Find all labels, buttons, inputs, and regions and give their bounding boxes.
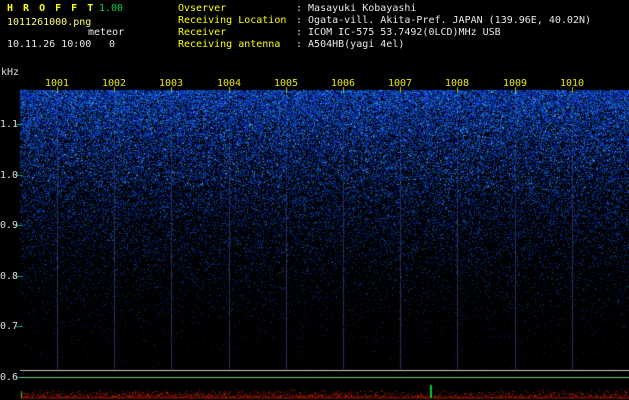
freq-tick-label: 1.1 [0, 119, 19, 130]
time-tick-label: 1010 [560, 78, 585, 89]
info-row-location: Receiving Location : Ogata-vill. Akita-P… [178, 15, 591, 27]
info-label: Ovserver [178, 3, 227, 14]
info-value: : Ogata-vill. Akita-Pref. JAPAN (139.96E… [296, 15, 592, 26]
freq-tick-label: 0.9 [0, 220, 19, 231]
freq-tick-label: 0.8 [0, 271, 19, 282]
time-tick-label: 1005 [274, 78, 299, 89]
freq-axis-unit: kHz [1, 67, 20, 78]
time-tick-label: 1006 [331, 78, 356, 89]
spectrogram-canvas [0, 0, 629, 400]
output-filename: 1011261000.png [7, 17, 92, 28]
info-value: : A504HB(yagi 4el) [296, 39, 405, 50]
time-tick-label: 1004 [217, 78, 242, 89]
info-value: : Masayuki Kobayashi [296, 3, 417, 14]
hrofft-output: H R O F F T 1.00 1011261000.png meteor 1… [0, 0, 629, 400]
info-row-observer: Ovserver : Masayuki Kobayashi [178, 3, 591, 15]
time-tick-label: 1003 [159, 78, 184, 89]
mode-label: meteor [88, 27, 125, 38]
time-tick-label: 1007 [388, 78, 413, 89]
info-label: Receiving antenna [178, 39, 281, 50]
time-tick-label: 1009 [503, 78, 528, 89]
freq-tick-label: 0.7 [0, 321, 19, 332]
info-label: Receiving Location [178, 15, 287, 26]
info-row-receiver: Receiver : ICOM IC-575 53.7492(0LCD)MHz … [178, 27, 591, 39]
app-version: 1.00 [99, 3, 124, 14]
freq-tick-label: 1.0 [0, 170, 19, 181]
info-label: Receiver [178, 27, 227, 38]
freq-tick-label: 0.6 [0, 372, 19, 383]
info-row-antenna: Receiving antenna : A504HB(yagi 4el) [178, 39, 591, 51]
time-tick-label: 1001 [45, 78, 70, 89]
info-value: : ICOM IC-575 53.7492(0LCD)MHz USB [296, 27, 501, 38]
app-title: H R O F F T [7, 3, 96, 14]
time-tick-label: 1008 [445, 78, 470, 89]
datetime-label: 10.11.26 10:00 [7, 39, 92, 50]
station-info: Ovserver : Masayuki Kobayashi Receiving … [178, 3, 591, 51]
time-tick-label: 1002 [102, 78, 127, 89]
meteor-count: 0 [109, 39, 116, 50]
